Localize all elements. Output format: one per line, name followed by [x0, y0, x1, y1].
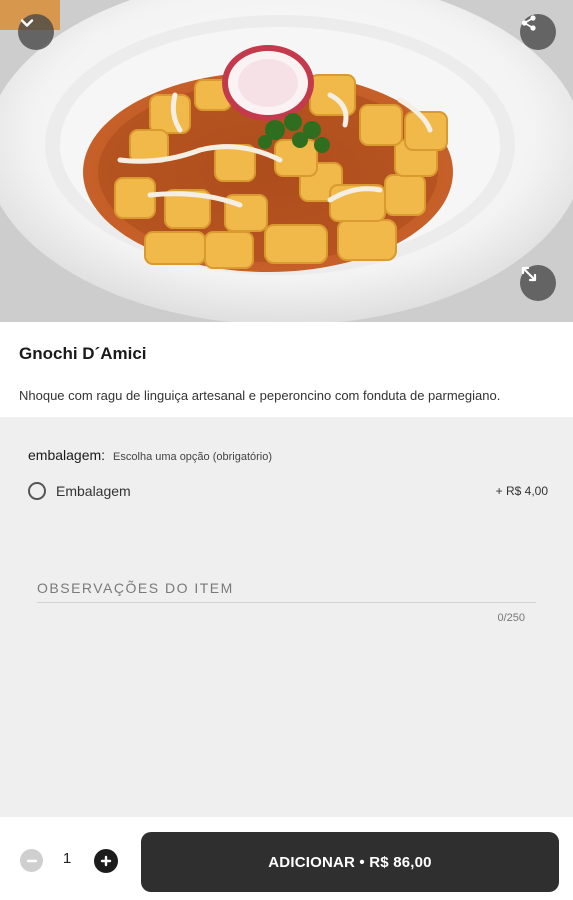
item-notes-input[interactable]: [37, 575, 536, 601]
option-price: + R$ 4,00: [495, 484, 548, 498]
options-section: embalagem: Escolha uma opção (obrigatóri…: [0, 417, 573, 817]
option-group-header: embalagem: Escolha uma opção (obrigatóri…: [28, 447, 272, 463]
expand-image-button[interactable]: [520, 265, 556, 301]
radio-button[interactable]: [28, 482, 46, 500]
option-label: Embalagem: [56, 483, 131, 499]
increase-quantity-button[interactable]: [94, 849, 118, 873]
option-group-hint: Escolha uma opção (obrigatório): [113, 451, 273, 463]
chevron-down-icon: [20, 19, 34, 27]
minus-icon: [26, 859, 37, 862]
option-embalagem[interactable]: Embalagem + R$ 4,00: [28, 479, 548, 503]
product-info: Gnochi D´Amici Nhoque com ragu de lingui…: [0, 322, 573, 417]
footer-bar: 1 ADICIONAR • R$ 86,00: [0, 817, 573, 900]
item-notes-field[interactable]: [37, 575, 536, 603]
add-to-cart-button[interactable]: ADICIONAR • R$ 86,00: [141, 832, 559, 892]
gnocchi-plate-illustration: [0, 0, 573, 322]
product-image: [0, 0, 573, 322]
notes-char-counter: 0/250: [497, 612, 525, 624]
product-title: Gnochi D´Amici: [19, 344, 147, 363]
share-icon: [521, 15, 536, 31]
product-description: Nhoque com ragu de linguiça artesanal e …: [19, 388, 501, 403]
share-button[interactable]: [520, 14, 556, 50]
quantity-value: 1: [62, 850, 72, 867]
collapse-button[interactable]: [18, 14, 54, 50]
plus-icon: [100, 855, 112, 867]
option-group-name: embalagem:: [28, 447, 106, 463]
decrease-quantity-button[interactable]: [20, 849, 43, 872]
expand-icon: [521, 266, 537, 282]
